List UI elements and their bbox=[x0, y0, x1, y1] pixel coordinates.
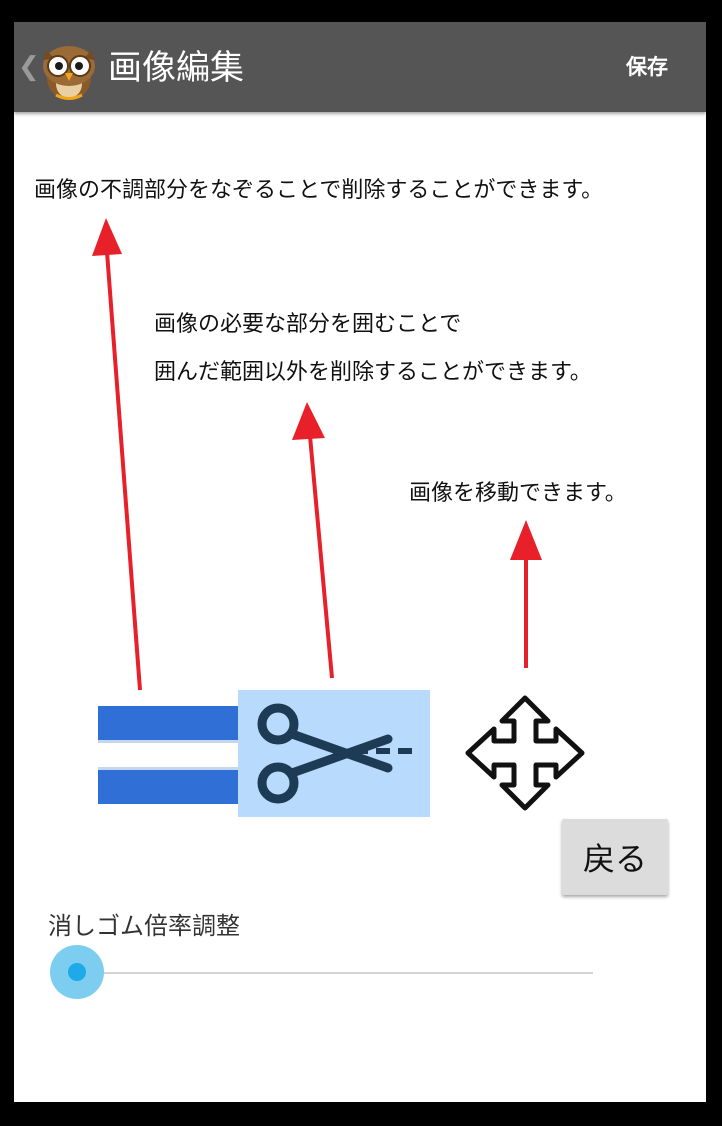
eraser-scale-slider[interactable] bbox=[48, 945, 596, 999]
eraser-scale-label: 消しゴム倍率調整 bbox=[48, 912, 240, 940]
scissors-icon[interactable] bbox=[238, 690, 430, 817]
slider-track[interactable] bbox=[78, 972, 593, 974]
crop-arrow-head bbox=[292, 402, 325, 440]
crop-arrow-line bbox=[308, 435, 334, 679]
slider-thumb[interactable] bbox=[68, 963, 86, 981]
move-arrow-head bbox=[510, 520, 542, 560]
eraser-arrow-head bbox=[92, 218, 122, 256]
eraser-arrow-line bbox=[105, 251, 142, 691]
app-screen: ❮ 画像編集 保存 画像の不調部分をなぞることで削除することができます。 画像の… bbox=[14, 22, 706, 1102]
back-button[interactable]: 戻る bbox=[562, 819, 668, 895]
eraser-stripes-icon[interactable] bbox=[98, 706, 240, 804]
move-arrows-icon[interactable] bbox=[464, 694, 586, 812]
